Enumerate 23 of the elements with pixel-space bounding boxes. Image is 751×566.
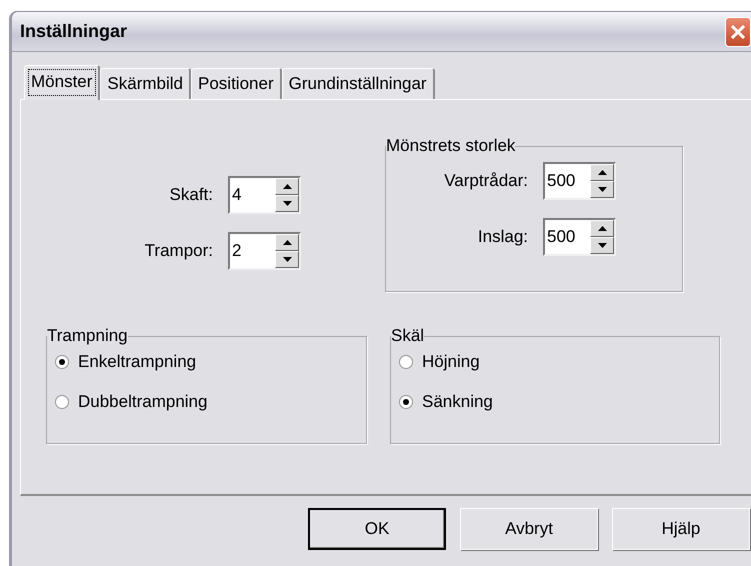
tab[interactable]: Grundinställningar [282,68,435,99]
radio-label[interactable]: Sänkning [422,392,493,412]
dialog-button[interactable]: OK [308,508,446,550]
group-title: Trampning [47,326,128,346]
field-label: Trampor: [144,241,214,261]
spin-field[interactable]: 500 [543,218,616,256]
window-title: Inställningar [20,21,128,42]
dialog-button[interactable]: Hjälp [612,508,750,550]
tab[interactable]: Skärmbild [100,68,192,99]
spin-field[interactable]: 4 [228,176,301,214]
tab[interactable]: Positioner [191,68,282,99]
group-title: Mönstrets storlek [386,136,516,156]
field-label: Skaft: [168,185,214,205]
radio-label[interactable]: Dubbeltrampning [78,392,208,412]
spin-field[interactable]: 500 [543,162,616,200]
radio-label[interactable]: Enkeltrampning [78,352,196,372]
field-label: Varptrådar: [443,171,529,191]
field-label: Inslag: [476,227,529,247]
dialog-button[interactable]: Avbryt [460,508,598,550]
radio-label[interactable]: Höjning [422,352,480,372]
group-title: Skäl [391,326,424,346]
spin-field[interactable]: 2 [228,232,301,270]
tab[interactable]: Mönster [24,65,100,100]
